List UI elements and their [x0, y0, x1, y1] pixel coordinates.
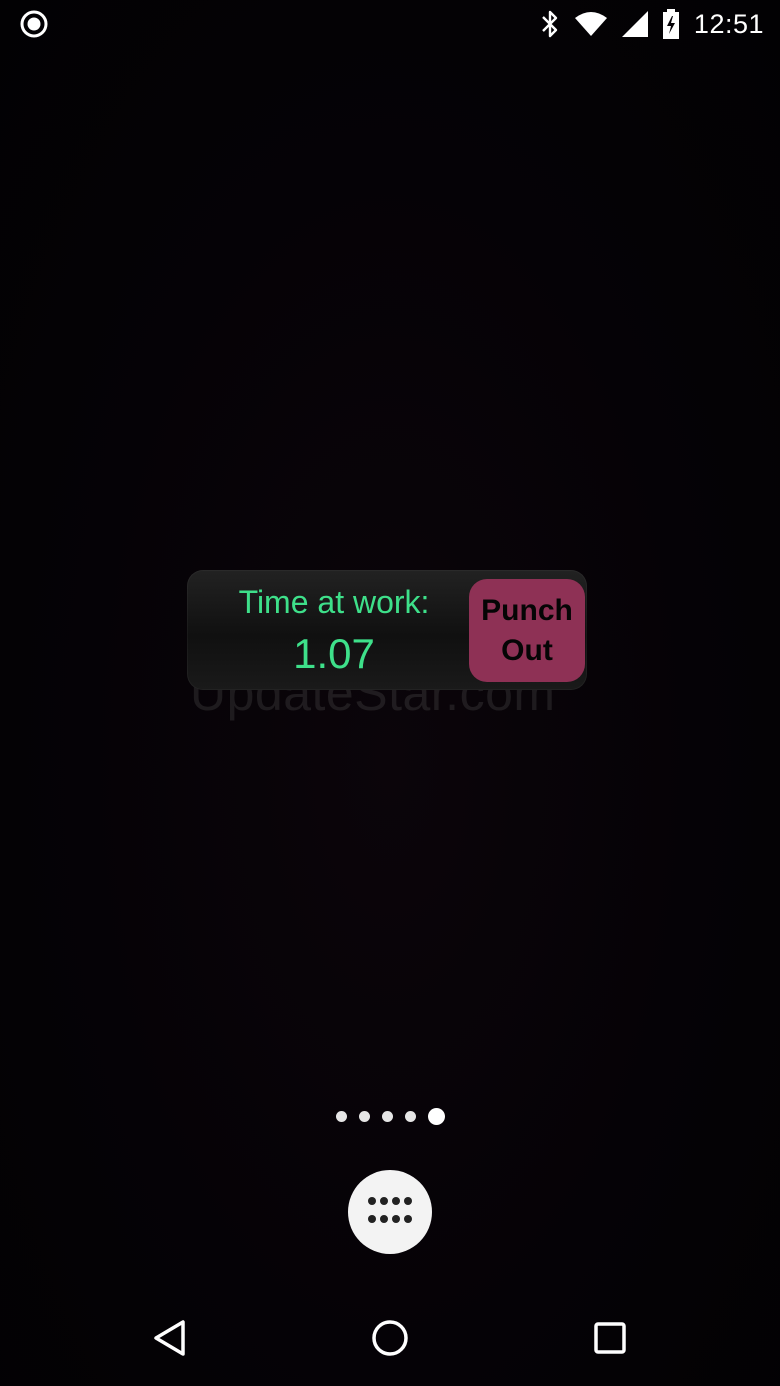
bluetooth-icon	[540, 9, 560, 39]
punch-out-button[interactable]: Punch Out	[469, 579, 585, 682]
circle-record-icon	[20, 10, 48, 38]
recents-square-icon	[592, 1320, 628, 1360]
navigation-bar	[0, 1294, 780, 1386]
page-indicator	[0, 1104, 780, 1128]
home-screen: 12:51 UpdateStar.com Time at work: 1.07 …	[0, 0, 780, 1386]
recents-button[interactable]	[584, 1314, 636, 1366]
cell-signal-icon	[621, 11, 648, 37]
page-dot[interactable]	[358, 1110, 370, 1122]
home-button[interactable]	[364, 1314, 416, 1366]
status-bar: 12:51	[0, 0, 780, 48]
home-circle-icon	[370, 1318, 410, 1362]
page-dot[interactable]	[381, 1110, 393, 1122]
wifi-icon	[574, 11, 608, 37]
grid-dots-icon	[367, 1195, 413, 1229]
app-drawer-button[interactable]	[348, 1170, 432, 1254]
page-dot-active[interactable]	[427, 1107, 445, 1125]
punch-out-button-line1: Punch	[481, 593, 573, 627]
back-button[interactable]	[144, 1314, 196, 1366]
time-at-work-label: Time at work:	[238, 584, 430, 620]
page-dot[interactable]	[335, 1110, 347, 1122]
time-at-work-value: 1.07	[293, 630, 375, 677]
battery-icon	[662, 9, 680, 39]
punch-out-button-line2: Out	[501, 633, 553, 667]
back-triangle-icon	[153, 1319, 187, 1361]
time-tracker-widget[interactable]: Time at work: 1.07 Punch Out	[187, 570, 587, 690]
status-icons: 12:51	[540, 6, 764, 42]
page-dot[interactable]	[404, 1110, 416, 1122]
status-clock: 12:51	[693, 8, 764, 39]
